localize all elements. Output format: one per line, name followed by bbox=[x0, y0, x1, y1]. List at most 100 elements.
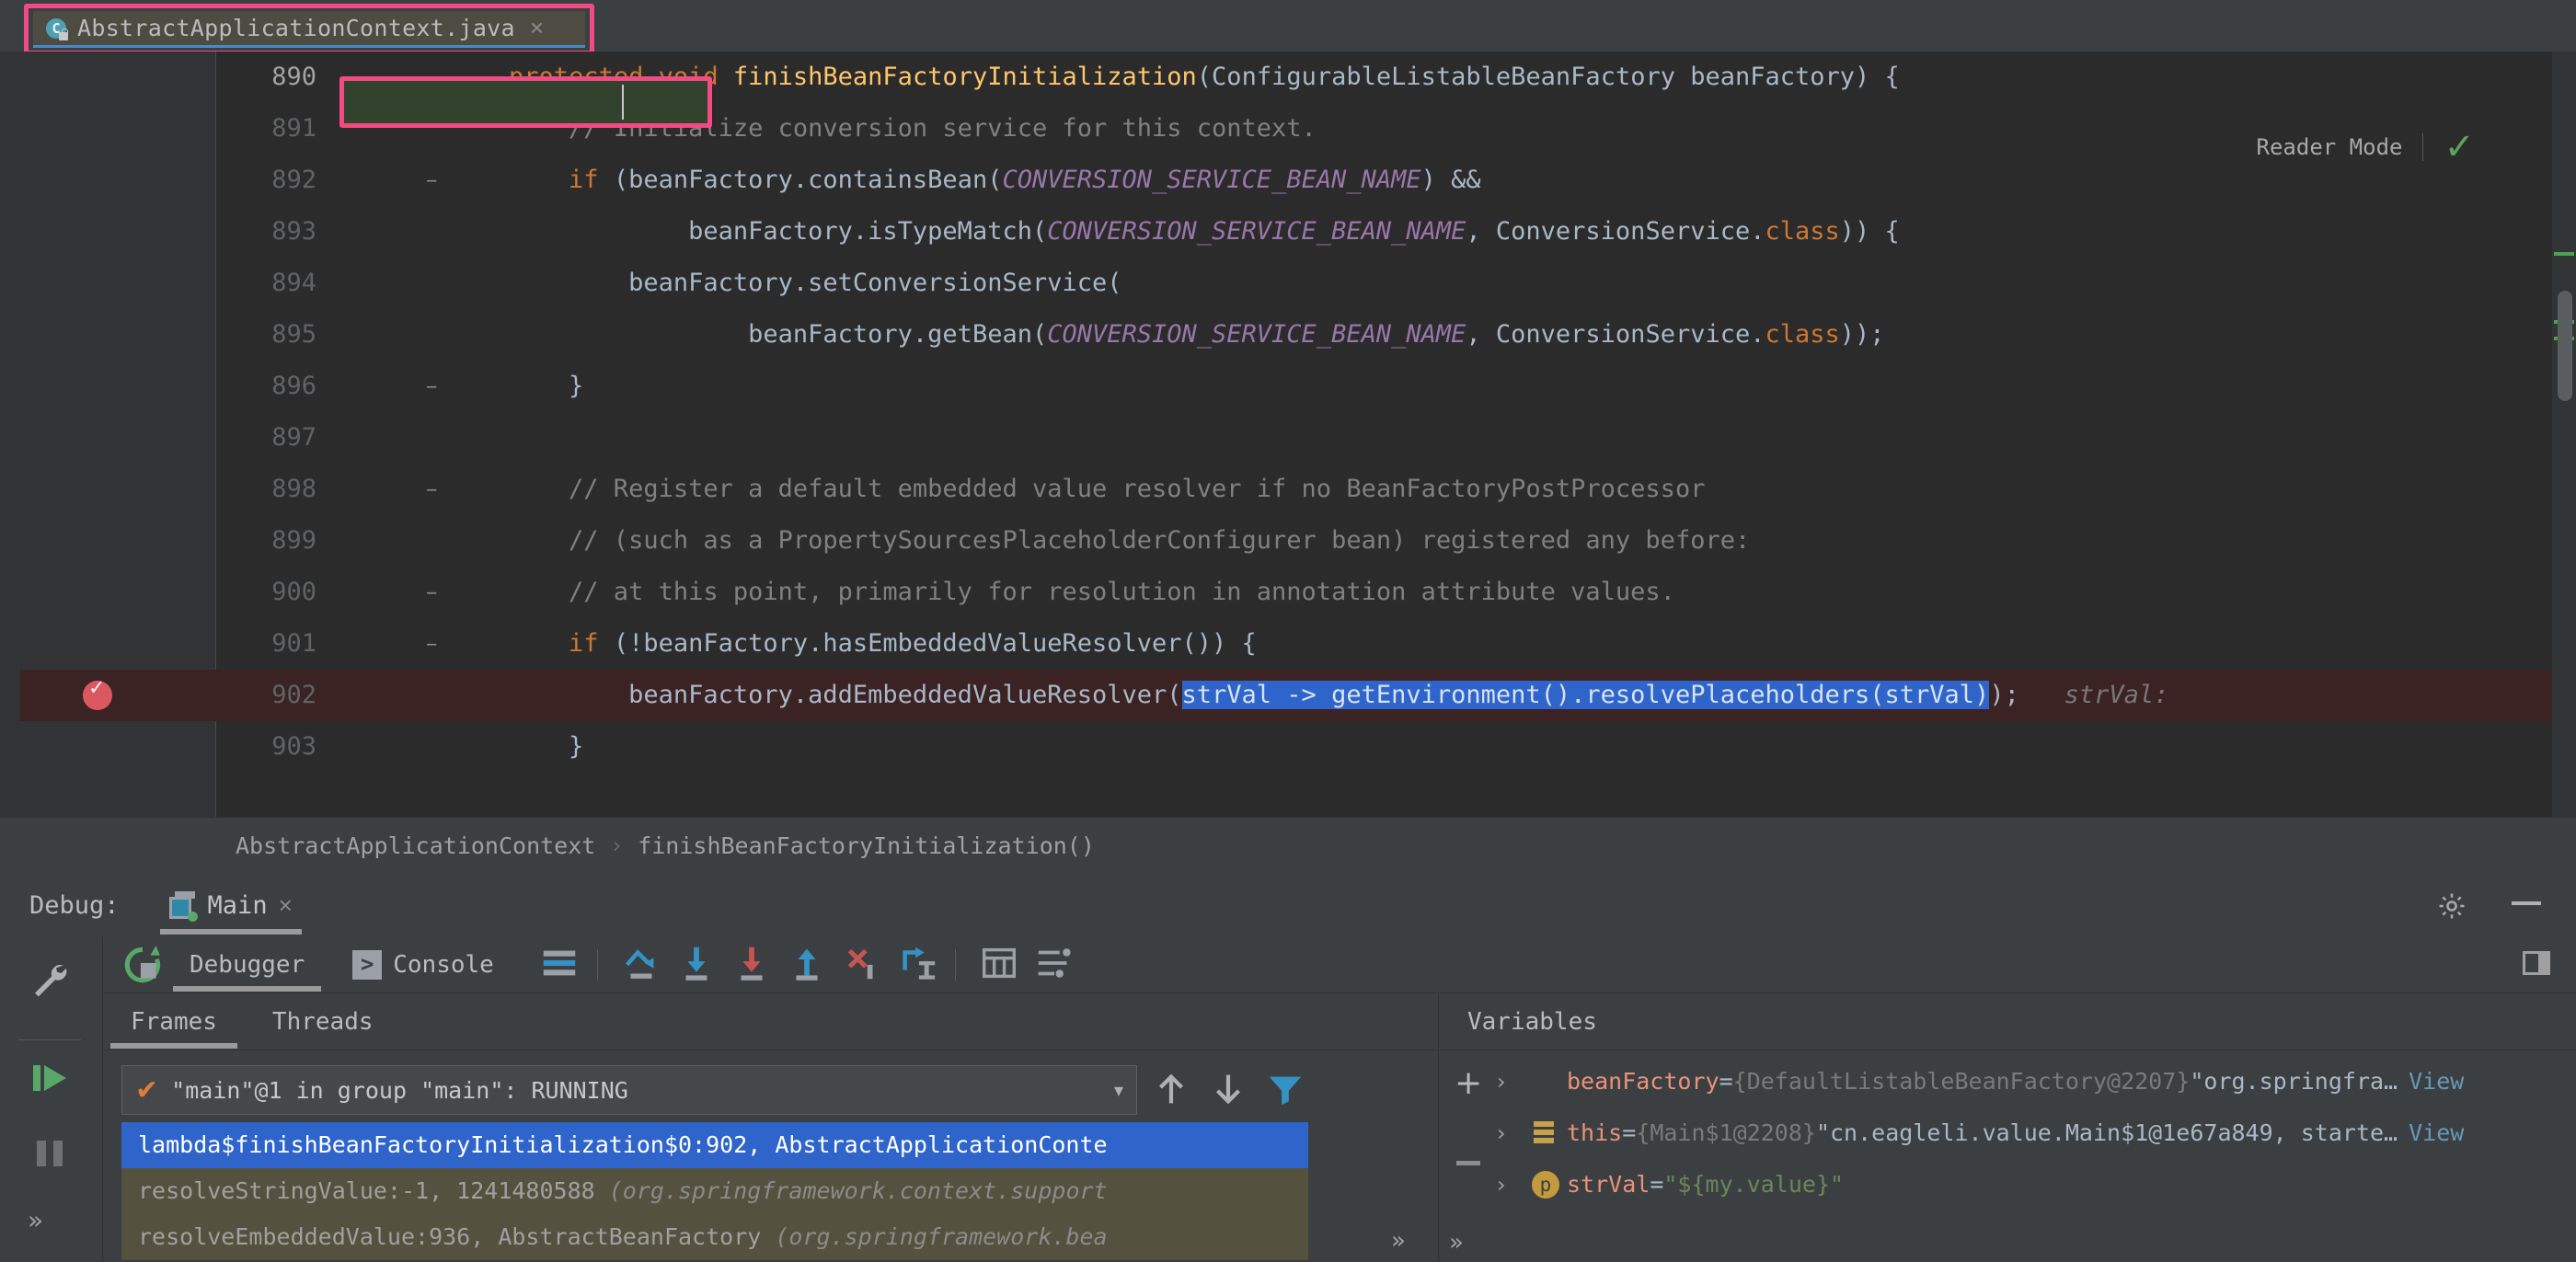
drop-frame-icon[interactable] bbox=[841, 942, 887, 988]
gear-icon[interactable] bbox=[2436, 890, 2467, 922]
chevron-right-icon[interactable]: › bbox=[1497, 1056, 1528, 1107]
line-number: 903 bbox=[271, 732, 316, 761]
code-line[interactable]: 894 beanFactory.setConversionService( bbox=[215, 258, 2576, 309]
frames-list[interactable]: lambda$finishBeanFactoryInitialization$0… bbox=[121, 1122, 1308, 1262]
arrow-down-icon[interactable] bbox=[1207, 1068, 1251, 1112]
code-token: // at this point, primarily for resoluti… bbox=[449, 578, 1675, 606]
view-link[interactable]: View bbox=[2409, 1056, 2464, 1107]
view-link[interactable]: View bbox=[2409, 1107, 2464, 1159]
fold-marker-icon[interactable]: − bbox=[422, 377, 441, 396]
method-name-highlight-bg bbox=[344, 81, 707, 123]
code-token: // Register a default embedded value res… bbox=[449, 475, 1706, 503]
code-token: class bbox=[1765, 217, 1840, 246]
variable-row[interactable]: › beanFactory = {DefaultListableBeanFacto… bbox=[1497, 1056, 2576, 1107]
breakpoint-icon[interactable] bbox=[83, 677, 112, 710]
filter-icon[interactable] bbox=[1264, 1068, 1308, 1112]
console-icon: > bbox=[352, 949, 383, 980]
code-line[interactable]: 901 − if (!beanFactory.hasEmbeddedValueRe… bbox=[215, 618, 2576, 670]
close-icon[interactable]: × bbox=[279, 891, 293, 920]
breadcrumb[interactable]: AbstractApplicationContext › finishBeanF… bbox=[0, 817, 2576, 874]
code-line[interactable]: 896 − } bbox=[215, 361, 2576, 412]
tab-frames-label: Frames bbox=[131, 1007, 217, 1036]
pause-program-icon[interactable] bbox=[28, 1131, 72, 1176]
tab-highlight-annotation bbox=[24, 4, 594, 55]
arrow-up-icon[interactable] bbox=[1150, 1068, 1194, 1112]
code-line[interactable]: 898 − // Register a default embedded valu… bbox=[215, 464, 2576, 515]
code-token: } bbox=[449, 372, 584, 400]
variables-more-icon[interactable]: » bbox=[1449, 1229, 1464, 1256]
variables-panel: Variables + › beanFactory = {DefaultLista… bbox=[1440, 993, 2576, 1262]
code-line[interactable]: 895 beanFactory.getBean(CONVERSION_SERVI… bbox=[215, 309, 2576, 361]
step-out-icon[interactable] bbox=[786, 942, 832, 988]
breadcrumb-item-class[interactable]: AbstractApplicationContext bbox=[236, 832, 595, 859]
step-into-icon[interactable] bbox=[675, 942, 721, 988]
tab-threads[interactable]: Threads bbox=[245, 993, 401, 1050]
tab-threads-label: Threads bbox=[271, 1007, 374, 1036]
tab-frames[interactable]: Frames bbox=[103, 993, 245, 1050]
variable-equals: = bbox=[1650, 1171, 1664, 1198]
code-line[interactable]: 899 // (such as a PropertySourcesPlaceho… bbox=[215, 515, 2576, 567]
variable-string-value: "${my.value}" bbox=[1663, 1171, 1845, 1198]
code-editor[interactable]: 890− protected void finishBeanFactoryIni… bbox=[0, 52, 2576, 817]
code-token: ) && bbox=[1420, 166, 1481, 194]
code-line[interactable]: 902 beanFactory.addEmbeddedValueResolver… bbox=[215, 670, 2576, 721]
code-text: beanFactory.addEmbeddedValueResolver(str… bbox=[449, 670, 2168, 721]
code-line[interactable]: 893 beanFactory.isTypeMatch(CONVERSION_S… bbox=[215, 206, 2576, 258]
checkmark-icon[interactable]: ✓ bbox=[2444, 129, 2475, 166]
code-line[interactable]: 903 } bbox=[215, 721, 2576, 773]
fold-marker-icon[interactable]: − bbox=[422, 635, 441, 653]
variable-row[interactable]: › this = {Main$1@2208} "cn.eagleli.value.… bbox=[1497, 1107, 2576, 1159]
code-lines[interactable]: 890− protected void finishBeanFactoryIni… bbox=[215, 52, 2576, 817]
variables-list[interactable]: › beanFactory = {DefaultListableBeanFacto… bbox=[1497, 1056, 2576, 1210]
breadcrumb-item-method[interactable]: finishBeanFactoryInitialization() bbox=[638, 832, 1095, 859]
line-number: 894 bbox=[271, 269, 316, 297]
frame-row[interactable]: resolveEmbeddedValue:936, AbstractBeanFa… bbox=[121, 1214, 1308, 1260]
chevron-right-icon[interactable]: › bbox=[1497, 1107, 1528, 1159]
debug-session-tab-main[interactable]: Main × bbox=[159, 874, 302, 936]
resume-program-icon[interactable] bbox=[28, 1056, 72, 1100]
scrollbar-thumb[interactable] bbox=[2558, 291, 2572, 401]
tab-debugger[interactable]: Debugger bbox=[166, 936, 328, 993]
evaluate-expression-icon[interactable] bbox=[978, 942, 1024, 988]
variable-name: strVal bbox=[1567, 1171, 1650, 1198]
reader-mode-badge[interactable]: Reader Mode ✓ bbox=[2239, 125, 2491, 169]
step-over-icon[interactable] bbox=[620, 942, 666, 988]
code-line[interactable]: 900 − // at this point, primarily for res… bbox=[215, 567, 2576, 618]
debug-tool-window-header: Debug: Main × bbox=[0, 874, 2576, 936]
variable-row[interactable]: › p strVal = "${my.value}" bbox=[1497, 1159, 2576, 1210]
force-step-into-icon[interactable] bbox=[730, 942, 776, 988]
remove-watch-button[interactable] bbox=[1456, 1161, 1480, 1165]
frame-label: lambda$finishBeanFactoryInitialization$0… bbox=[138, 1131, 1108, 1158]
fold-marker-icon[interactable]: − bbox=[422, 583, 441, 602]
code-text: // at this point, primarily for resoluti… bbox=[449, 567, 1675, 618]
chevron-down-icon[interactable]: ▾ bbox=[1114, 1079, 1123, 1101]
layout-settings-icon[interactable] bbox=[538, 942, 584, 988]
fold-marker-icon[interactable]: − bbox=[422, 480, 441, 499]
frame-package: (org.springframework.context.support bbox=[608, 1177, 1108, 1204]
rail-more-icon[interactable]: » bbox=[28, 1205, 43, 1235]
code-line[interactable]: 897 bbox=[215, 412, 2576, 464]
code-token: finishBeanFactoryInitialization bbox=[732, 63, 1197, 91]
chevron-right-icon[interactable]: › bbox=[1497, 1159, 1528, 1210]
run-to-cursor-icon[interactable] bbox=[896, 942, 942, 988]
add-watch-button[interactable]: + bbox=[1455, 1067, 1482, 1100]
thread-dropdown[interactable]: ✔ "main"@1 in group "main": RUNNING ▾ bbox=[121, 1065, 1137, 1115]
stripe-mark bbox=[2554, 252, 2574, 256]
fold-marker-icon[interactable]: − bbox=[422, 171, 441, 189]
rerun-icon[interactable] bbox=[120, 942, 166, 988]
restore-layout-icon[interactable] bbox=[2523, 951, 2550, 975]
code-token: ); bbox=[1989, 681, 2019, 709]
wrench-icon[interactable] bbox=[28, 957, 72, 1001]
variable-value: "org.springfra… bbox=[2190, 1068, 2398, 1095]
settings-lines-icon[interactable] bbox=[1033, 942, 1079, 988]
frame-row[interactable]: lambda$finishBeanFactoryInitialization$0… bbox=[121, 1122, 1308, 1168]
tab-console[interactable]: > Console bbox=[328, 936, 518, 993]
code-line[interactable]: 892 − if (beanFactory.containsBean(CONVER… bbox=[215, 155, 2576, 206]
frames-more-icon[interactable]: » bbox=[1391, 1227, 1406, 1255]
frame-row[interactable]: resolveStringValue:-1, 1241480588 (org.s… bbox=[121, 1168, 1308, 1214]
code-token: if bbox=[569, 629, 599, 658]
code-token: )) { bbox=[1839, 217, 1900, 246]
minimize-icon[interactable] bbox=[2512, 901, 2541, 905]
tab-console-label: Console bbox=[393, 950, 494, 979]
error-stripe-scrollbar[interactable] bbox=[2552, 52, 2576, 817]
